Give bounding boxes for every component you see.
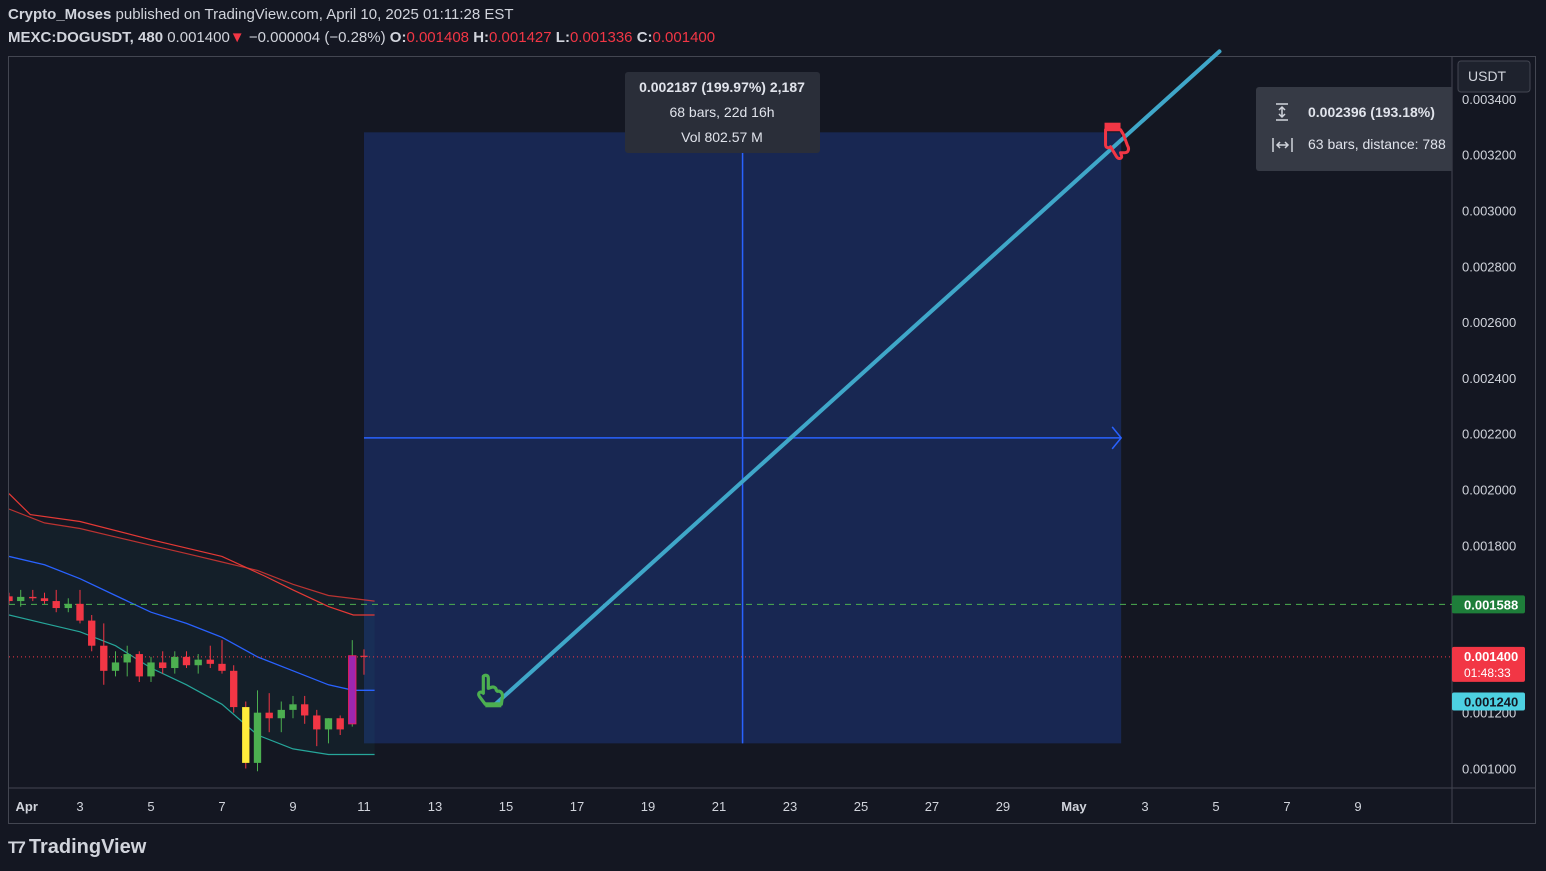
y-tick-label: 0.002400 [1462, 371, 1516, 386]
y-tick-label: 0.002200 [1462, 427, 1516, 442]
candle-body [147, 662, 155, 677]
currency-button[interactable]: USDT [1457, 60, 1531, 93]
candle-body [313, 715, 321, 730]
range-volume: Vol 802.57 M [681, 129, 763, 145]
y-tick-label: 0.001000 [1462, 761, 1516, 776]
plot-area[interactable] [5, 131, 1452, 772]
candle-body [111, 662, 120, 671]
price-label-countdown: 01:48:33 [1464, 666, 1511, 680]
x-tick-label: 7 [218, 799, 225, 814]
candle-body [88, 620, 96, 646]
candle-body [135, 654, 143, 677]
price-chart[interactable]: 0.0010000.0012000.0014000.0016000.001800… [0, 0, 1546, 871]
tradingview-logo[interactable]: T7 TradingView [8, 836, 146, 859]
candle-body [360, 655, 368, 657]
candle-body [100, 645, 108, 671]
trend-price-change: 0.002396 (193.18%) [1308, 104, 1435, 120]
time-axis[interactable]: Apr 3 5 7 9 11 13 15 17 19 21 23 25 27 29 May 3 5 7 9 [16, 799, 1362, 814]
x-tick-label: 17 [570, 799, 584, 814]
tradingview-wordmark: TradingView [28, 836, 147, 858]
y-tick-label: 0.002000 [1462, 482, 1516, 497]
candle-body [206, 659, 214, 664]
y-tick-label: 0.003200 [1462, 148, 1516, 163]
x-tick-label: 11 [357, 799, 371, 814]
pointing-hand-cuff [485, 702, 502, 708]
candle-body [289, 704, 297, 710]
candle-body [336, 718, 344, 730]
candle-body [123, 654, 131, 663]
y-tick-label: 0.001800 [1462, 538, 1516, 553]
x-tick-label: 5 [1212, 799, 1219, 814]
currency-label: USDT [1468, 68, 1507, 84]
candle-body [301, 704, 309, 716]
x-tick-label: 21 [712, 799, 726, 814]
x-tick-label: 9 [289, 799, 296, 814]
x-tick-label: 15 [499, 799, 513, 814]
x-tick-label: 13 [428, 799, 442, 814]
candle-body [29, 596, 37, 599]
candle-body [17, 596, 25, 602]
x-tick-label: 25 [854, 799, 868, 814]
x-tick-label: 9 [1354, 799, 1361, 814]
candle-body [76, 603, 84, 621]
candle-body [194, 659, 202, 666]
candle-body [218, 663, 226, 671]
candle-body [171, 656, 179, 669]
range-bars-duration: 68 bars, 22d 16h [669, 104, 774, 120]
trend-stats-tooltip: 0.002396 (193.18%) 63 bars, distance: 78… [1256, 87, 1452, 171]
x-tick-label: 23 [783, 799, 797, 814]
candle-body [230, 670, 238, 708]
y-tick-label: 0.003000 [1462, 203, 1516, 218]
y-tick-label: 0.002600 [1462, 315, 1516, 330]
y-tick-label: 0.003400 [1462, 92, 1516, 107]
x-tick-label: 3 [1141, 799, 1148, 814]
y-tick-label: 0.002800 [1462, 259, 1516, 274]
candle-body [277, 709, 285, 719]
x-tick-label: May [1061, 799, 1087, 814]
trend-bars-distance: 63 bars, distance: 788 [1308, 136, 1446, 152]
price-label-text: 0.001400 [1464, 649, 1518, 664]
x-tick-label: Apr [16, 799, 38, 814]
tradingview-logo-icon: T7 [8, 837, 26, 857]
x-tick-label: 27 [925, 799, 939, 814]
x-tick-label: 3 [76, 799, 83, 814]
price-label-text: 0.001588 [1464, 597, 1518, 612]
candle-body [253, 712, 262, 763]
range-stats-tooltip: 0.002187 (199.97%) 2,187 68 bars, 22d 16… [625, 72, 820, 153]
price-label-text: 0.001240 [1464, 695, 1518, 710]
candle-body [348, 655, 357, 725]
candle-body [182, 656, 191, 666]
x-tick-label: 5 [147, 799, 154, 814]
x-tick-label: 7 [1283, 799, 1290, 814]
range-price-change: 0.002187 (199.97%) 2,187 [639, 79, 805, 95]
x-tick-label: 29 [996, 799, 1010, 814]
candle-body [40, 598, 49, 602]
price-axis-labels: 0.001588 0.001400 01:48:33 0.001240 [1452, 595, 1525, 711]
candle-body [64, 603, 72, 609]
candle-body [159, 662, 167, 669]
candle-body [9, 596, 13, 602]
x-tick-label: 19 [641, 799, 655, 814]
candle-body [52, 601, 60, 609]
candle-body [324, 718, 333, 730]
candle-body [265, 712, 273, 719]
candle-body [242, 707, 250, 763]
